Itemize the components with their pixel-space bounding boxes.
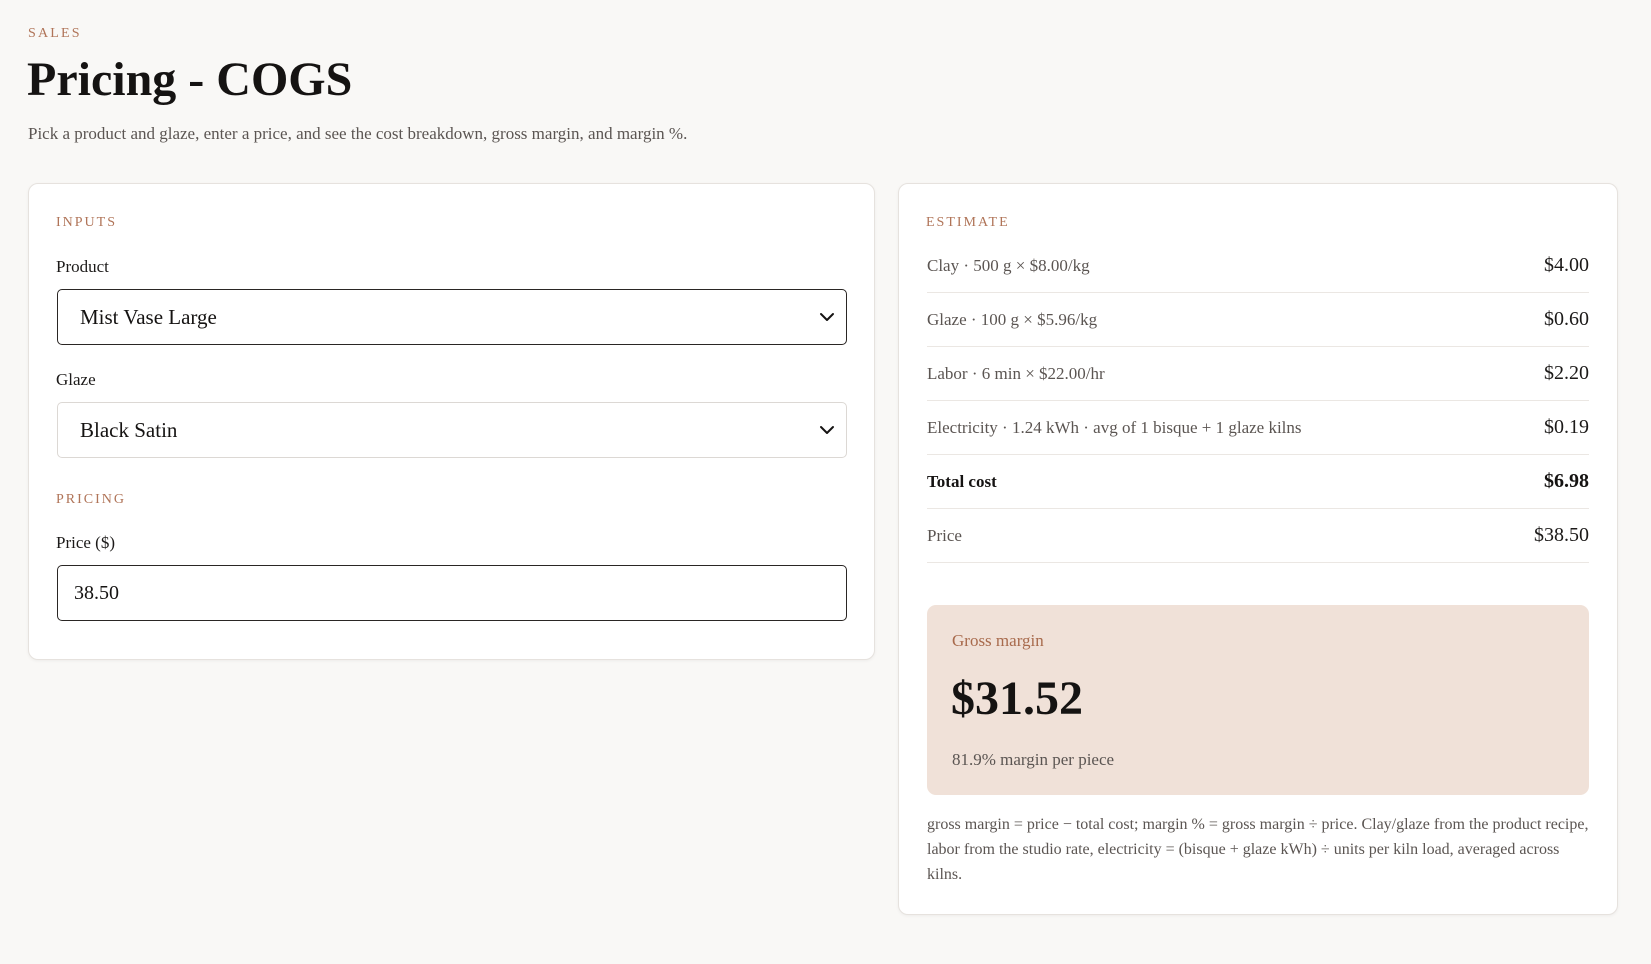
inputs-section-label: INPUTS xyxy=(56,215,118,230)
cost-row-labor: Labor · 6 min × $22.00/hr $2.20 xyxy=(927,347,1589,401)
inputs-card: INPUTS Product Mist Vase Large Glaze Bla… xyxy=(28,183,875,660)
estimate-card: ESTIMATE Clay · 500 g × $8.00/kg $4.00 G… xyxy=(898,183,1618,915)
cost-row-price: Price $38.50 xyxy=(927,509,1589,563)
cost-row-label: Glaze · 100 g × $5.96/kg xyxy=(927,309,1098,329)
glaze-select[interactable]: Black Satin xyxy=(57,402,847,458)
formula-footnote: gross margin = price − total cost; margi… xyxy=(927,816,1589,883)
cost-row-value: $4.00 xyxy=(1544,254,1589,276)
cost-row-label: Price xyxy=(927,525,962,545)
cost-row-label: Total cost xyxy=(927,471,997,491)
cost-row-value: $2.20 xyxy=(1544,362,1589,384)
cost-row-clay: Clay · 500 g × $8.00/kg $4.00 xyxy=(927,239,1589,293)
cost-breakdown-list: Clay · 500 g × $8.00/kg $4.00 Glaze · 10… xyxy=(927,239,1589,563)
page-title: Pricing - COGS xyxy=(27,53,353,106)
margin-percent-text: 81.9% margin per piece xyxy=(952,750,1115,769)
product-label: Product xyxy=(56,257,109,276)
cost-row-label: Clay · 500 g × $8.00/kg xyxy=(927,255,1090,275)
price-label: Price ($) xyxy=(56,533,116,552)
cost-row-total: Total cost $6.98 xyxy=(927,455,1589,509)
product-select[interactable]: Mist Vase Large xyxy=(57,289,847,345)
chevron-down-icon xyxy=(820,426,834,434)
glaze-select-value: Black Satin xyxy=(80,417,178,442)
cost-row-glaze: Glaze · 100 g × $5.96/kg $0.60 xyxy=(927,293,1589,347)
price-input[interactable] xyxy=(57,565,847,621)
cost-row-value: $6.98 xyxy=(1544,470,1589,492)
page-subtitle: Pick a product and glaze, enter a price,… xyxy=(28,124,688,143)
cost-row-electricity: Electricity · 1.24 kWh · avg of 1 bisque… xyxy=(927,401,1589,455)
cost-row-value: $38.50 xyxy=(1534,524,1589,546)
cost-row-label: Labor · 6 min × $22.00/hr xyxy=(927,363,1105,383)
glaze-label: Glaze xyxy=(56,370,96,389)
gross-margin-value: $31.52 xyxy=(951,672,1083,725)
gross-margin-label: Gross margin xyxy=(952,631,1044,650)
section-eyebrow: SALES xyxy=(28,26,82,41)
gross-margin-box: Gross margin $31.52 81.9% margin per pie… xyxy=(927,605,1589,795)
cost-row-value: $0.60 xyxy=(1544,308,1589,330)
estimate-section-label: ESTIMATE xyxy=(926,215,1010,230)
chevron-down-icon xyxy=(820,313,834,321)
cost-row-label: Electricity · 1.24 kWh · avg of 1 bisque… xyxy=(927,417,1302,437)
cost-row-value: $0.19 xyxy=(1544,416,1589,438)
pricing-cogs-page: SALES Pricing - COGS Pick a product and … xyxy=(0,0,1651,964)
product-select-value: Mist Vase Large xyxy=(80,304,217,329)
pricing-section-label: PRICING xyxy=(56,492,127,507)
